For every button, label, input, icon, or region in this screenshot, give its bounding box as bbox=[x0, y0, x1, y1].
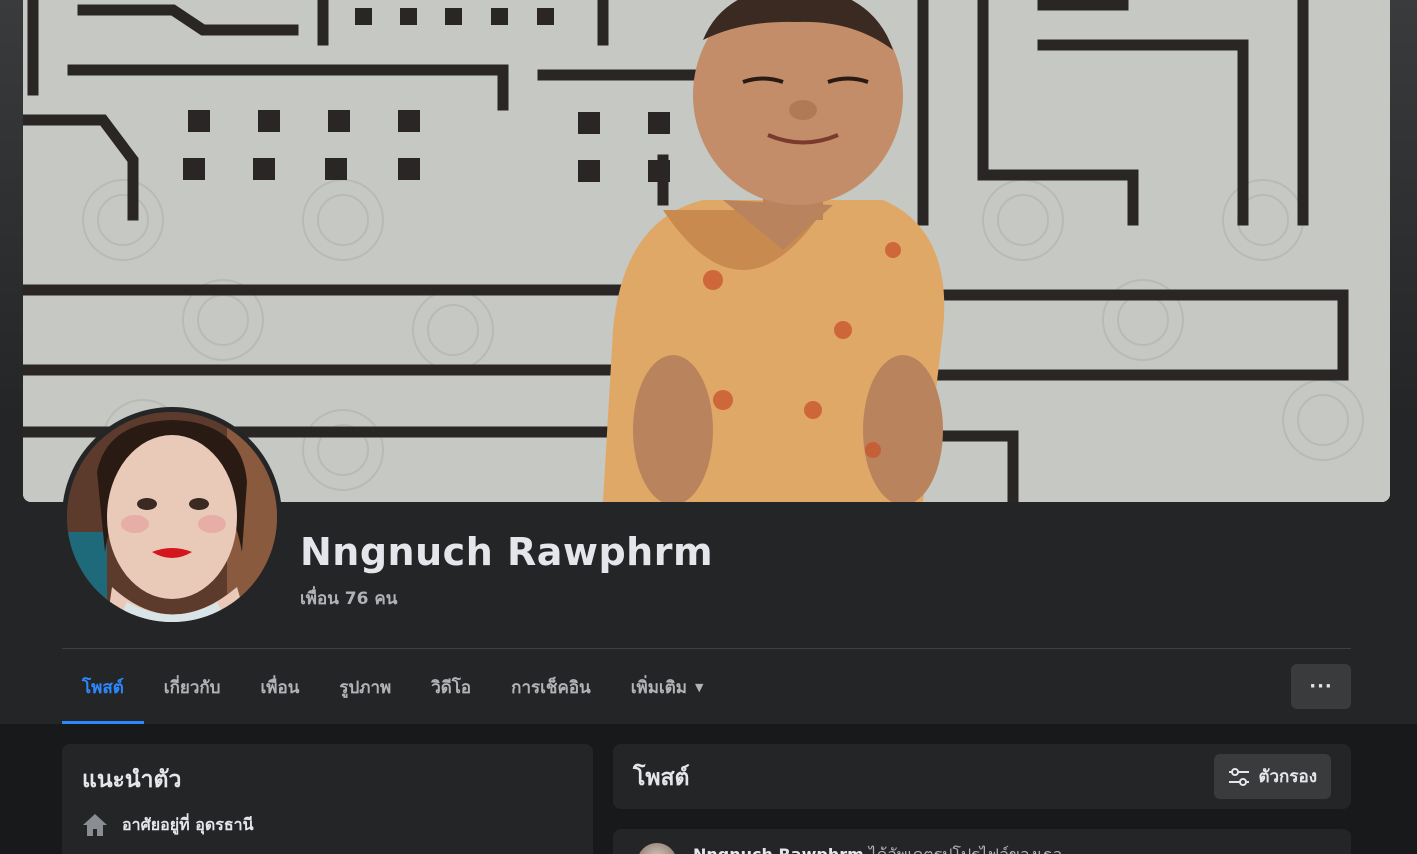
profile-picture-illustration bbox=[67, 412, 277, 622]
tab-label: การเช็คอิน bbox=[511, 677, 591, 698]
posts-header-card: โพสต์ ตัวกรอง bbox=[613, 744, 1351, 809]
tab-label: เกี่ยวกับ bbox=[163, 677, 221, 698]
filter-button[interactable]: ตัวกรอง bbox=[1214, 754, 1331, 799]
profile-picture-frame[interactable] bbox=[62, 407, 282, 627]
header-divider bbox=[62, 648, 1351, 649]
post-author-avatar[interactable] bbox=[637, 843, 677, 854]
more-options-button[interactable]: ··· bbox=[1291, 664, 1351, 709]
tab-label: เพื่อน bbox=[260, 677, 300, 698]
post-author-name[interactable]: Nngnuch Rawphrm bbox=[693, 845, 864, 854]
post-action-text: ได้อัพเดตรูปโปรไฟล์ของเธอ bbox=[864, 845, 1062, 854]
intro-title: แนะนำตัว bbox=[82, 767, 182, 793]
home-icon bbox=[83, 814, 107, 836]
post-card: Nngnuch Rawphrm ได้อัพเดตรูปโปรไฟล์ของเธ… bbox=[613, 829, 1351, 854]
tab-about[interactable]: เกี่ยวกับ bbox=[144, 650, 241, 724]
tab-label: เพิ่มเติม bbox=[630, 677, 687, 698]
profile-picture[interactable] bbox=[67, 412, 277, 622]
tab-more[interactable]: เพิ่มเติม ▼ bbox=[611, 650, 724, 724]
tab-posts[interactable]: โพสต์ bbox=[62, 650, 144, 724]
filter-label: ตัวกรอง bbox=[1258, 767, 1317, 787]
intro-lives-in-text[interactable]: อาศัยอยู่ที่ อุดรธานี bbox=[122, 813, 254, 838]
filter-sliders-icon bbox=[1229, 767, 1250, 786]
more-options-label: ··· bbox=[1309, 676, 1333, 697]
tab-checkins[interactable]: การเช็คอิน bbox=[491, 650, 611, 724]
profile-tabs: โพสต์ เกี่ยวกับ เพื่อน รูปภาพ วิดีโอ การ… bbox=[62, 650, 723, 724]
tab-label: โพสต์ bbox=[82, 677, 124, 698]
posts-title: โพสต์ bbox=[633, 765, 690, 791]
caret-down-icon: ▼ bbox=[694, 680, 704, 694]
tab-videos[interactable]: วิดีโอ bbox=[411, 650, 491, 724]
tab-label: วิดีโอ bbox=[431, 677, 472, 698]
tab-label: รูปภาพ bbox=[339, 677, 392, 698]
post-header-line: Nngnuch Rawphrm ได้อัพเดตรูปโปรไฟล์ของเธ… bbox=[693, 843, 1062, 854]
friends-count[interactable]: เพื่อน 76 คน bbox=[300, 585, 397, 612]
intro-lives-in: อาศัยอยู่ที่ อุดรธานี bbox=[82, 812, 254, 838]
intro-card: แนะนำตัว อาศัยอยู่ที่ อุดรธานี bbox=[62, 744, 593, 854]
tab-photos[interactable]: รูปภาพ bbox=[319, 650, 411, 724]
tab-friends[interactable]: เพื่อน bbox=[240, 650, 319, 724]
profile-name: Nngnuch Rawphrm bbox=[300, 530, 714, 574]
